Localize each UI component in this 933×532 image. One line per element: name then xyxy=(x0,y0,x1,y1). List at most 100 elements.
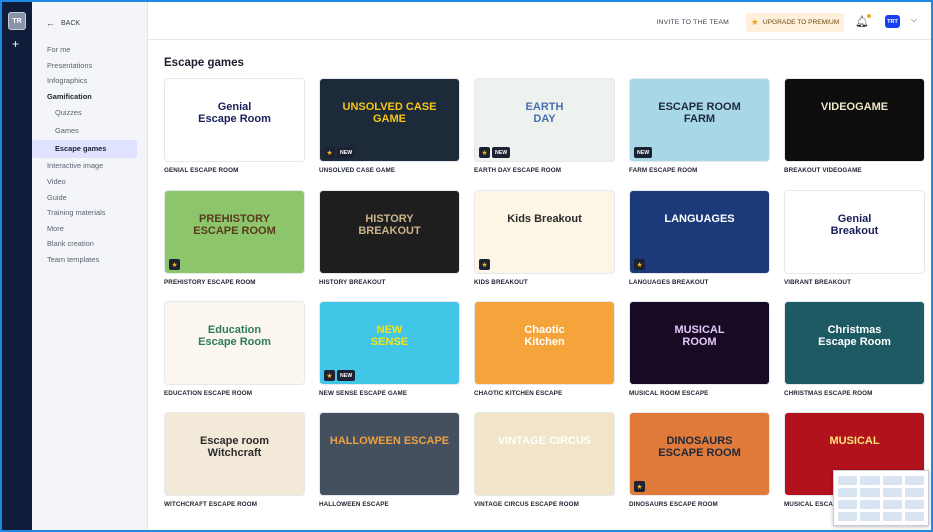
template-title[interactable]: VIBRANT BREAKOUT xyxy=(784,279,925,286)
template-title[interactable]: VINTAGE CIRCUS ESCAPE ROOM xyxy=(474,501,615,508)
template-title[interactable]: WITCHCRAFT ESCAPE ROOM xyxy=(164,501,305,508)
template-thumbnail[interactable]: DINOSAURS ESCAPE ROOM ★ xyxy=(629,412,770,496)
template-thumbnail[interactable]: Chaotic Kitchen xyxy=(474,301,615,385)
preview-thumbnail[interactable] xyxy=(833,470,929,526)
sidebar-item-quizzes[interactable]: Quizzes xyxy=(32,104,148,122)
template-title[interactable]: FARM ESCAPE ROOM xyxy=(629,167,770,174)
template-title[interactable]: EDUCATION ESCAPE ROOM xyxy=(164,390,305,397)
template-title[interactable]: CHRISTMAS ESCAPE ROOM xyxy=(784,390,925,397)
template-title[interactable]: LANGUAGES BREAKOUT xyxy=(629,279,770,286)
badge-group: ★ NEW xyxy=(324,147,356,158)
template-thumbnail[interactable]: LANGUAGES ★ xyxy=(629,190,770,274)
template-thumbnail[interactable]: ESCAPE ROOM FARM NEW xyxy=(629,78,770,162)
template-thumbnail[interactable]: Genial Breakout xyxy=(784,190,925,274)
template-thumbnail[interactable]: VINTAGE CIRCUS xyxy=(474,412,615,496)
back-button[interactable]: ← BACK xyxy=(46,18,80,28)
template-thumbnail[interactable]: HALLOWEEN ESCAPE xyxy=(319,412,460,496)
template-card[interactable]: NEW SENSE ★ NEW NEW SENSE ESCAPE GAME xyxy=(319,301,460,397)
sidebar-item-team-templates[interactable]: Team templates xyxy=(32,252,148,268)
template-card[interactable]: Escape room Witchcraft WITCHCRAFT ESCAPE … xyxy=(164,412,305,508)
template-card[interactable]: EARTH DAY ★ NEW EARTH DAY ESCAPE ROOM xyxy=(474,78,615,174)
template-title[interactable]: CHAOTIC KITCHEN ESCAPE xyxy=(474,390,615,397)
template-card[interactable]: DINOSAURS ESCAPE ROOM ★ DINOSAURS ESCAPE R… xyxy=(629,412,770,508)
template-card[interactable]: Education Escape Room EDUCATION ESCAPE RO… xyxy=(164,301,305,397)
template-card[interactable]: LANGUAGES ★ LANGUAGES BREAKOUT xyxy=(629,190,770,286)
sidebar-item-games[interactable]: Games xyxy=(32,122,148,140)
template-thumbnail[interactable]: UNSOLVED CASE GAME ★ NEW xyxy=(319,78,460,162)
team-avatar[interactable]: TR xyxy=(8,12,26,30)
sidebar-item-blank-creation[interactable]: Blank creation xyxy=(32,236,148,252)
template-title[interactable]: HISTORY BREAKOUT xyxy=(319,279,460,286)
template-card[interactable]: MUSICAL ROOM MUSICAL ROOM ESCAPE xyxy=(629,301,770,397)
sidebar-item-guide[interactable]: Guide xyxy=(32,190,148,206)
upgrade-button[interactable]: ★ UPGRADE TO PREMIUM xyxy=(746,13,844,32)
sidebar-item-gamification[interactable]: Gamification xyxy=(32,89,148,105)
thumbnail-text: VIDEOGAME xyxy=(820,101,889,113)
thumbnail-text: UNSOLVED CASE GAME xyxy=(342,101,437,125)
sidebar-item-interactive-image[interactable]: Interactive image xyxy=(32,158,148,174)
template-title[interactable]: UNSOLVED CASE GAME xyxy=(319,167,460,174)
thumbnail-text: PREHISTORY ESCAPE ROOM xyxy=(193,213,276,237)
upgrade-label: UPGRADE TO PREMIUM xyxy=(762,19,840,26)
left-rail: TR + xyxy=(2,2,32,530)
template-card[interactable]: Chaotic Kitchen CHAOTIC KITCHEN ESCAPE xyxy=(474,301,615,397)
template-thumbnail[interactable]: PREHISTORY ESCAPE ROOM ★ xyxy=(164,190,305,274)
template-thumbnail[interactable]: Escape room Witchcraft xyxy=(164,412,305,496)
new-badge: NEW xyxy=(337,147,356,158)
new-badge: NEW xyxy=(492,147,511,158)
chevron-down-icon[interactable]: ⌵ xyxy=(911,15,917,25)
sidebar-item-presentations[interactable]: Presentations xyxy=(32,58,148,74)
template-title[interactable]: EARTH DAY ESCAPE ROOM xyxy=(474,167,615,174)
template-thumbnail[interactable]: Christmas Escape Room xyxy=(784,301,925,385)
template-card[interactable]: HALLOWEEN ESCAPE HALLOWEEN ESCAPE xyxy=(319,412,460,508)
app-window: TR + ← BACK For me Presentations Infograph… xyxy=(0,0,933,532)
template-thumbnail[interactable]: HISTORY BREAKOUT xyxy=(319,190,460,274)
sidebar-item-infographics[interactable]: Infographics xyxy=(32,73,148,89)
template-title[interactable]: NEW SENSE ESCAPE GAME xyxy=(319,390,460,397)
template-thumbnail[interactable]: NEW SENSE ★ NEW xyxy=(319,301,460,385)
thumbnail-text: Chaotic Kitchen xyxy=(524,324,565,348)
sidebar-item-video[interactable]: Video xyxy=(32,174,148,190)
template-thumbnail[interactable]: Kids Breakout ★ xyxy=(474,190,615,274)
template-thumbnail[interactable]: Education Escape Room xyxy=(164,301,305,385)
badge-group: ★ xyxy=(479,259,490,270)
template-card[interactable]: VIDEOGAME BREAKOUT VIDEOGAME xyxy=(784,78,925,174)
template-card[interactable]: ESCAPE ROOM FARM NEW FARM ESCAPE ROOM xyxy=(629,78,770,174)
invite-team-link[interactable]: INVITE TO THE TEAM xyxy=(656,19,729,26)
template-thumbnail[interactable]: Genial Escape Room xyxy=(164,78,305,162)
template-card[interactable]: Kids Breakout ★ KIDS BREAKOUT xyxy=(474,190,615,286)
badge-group: ★ NEW xyxy=(479,147,511,158)
thumbnail-text: ESCAPE ROOM FARM xyxy=(658,101,741,125)
template-title[interactable]: DINOSAURS ESCAPE ROOM xyxy=(629,501,770,508)
badge-group: ★ NEW xyxy=(324,370,356,381)
template-card[interactable]: VINTAGE CIRCUS VINTAGE CIRCUS ESCAPE ROOM xyxy=(474,412,615,508)
template-thumbnail[interactable]: VIDEOGAME xyxy=(784,78,925,162)
template-title[interactable]: GENIAL ESCAPE ROOM xyxy=(164,167,305,174)
badge-group: ★ xyxy=(169,259,180,270)
sidebar-item-training-materials[interactable]: Training materials xyxy=(32,205,148,221)
template-card[interactable]: Christmas Escape Room CHRISTMAS ESCAPE RO… xyxy=(784,301,925,397)
notification-dot xyxy=(867,14,871,18)
sidebar-item-escape-games[interactable]: Escape games xyxy=(32,140,137,159)
sidebar-item-more[interactable]: More xyxy=(32,221,148,237)
star-icon: ★ xyxy=(750,17,759,27)
thumbnail-text: Genial Escape Room xyxy=(198,101,271,125)
template-title[interactable]: KIDS BREAKOUT xyxy=(474,279,615,286)
template-card[interactable]: PREHISTORY ESCAPE ROOM ★ PREHISTORY ESCAPE… xyxy=(164,190,305,286)
thumbnail-text: NEW SENSE xyxy=(370,324,409,348)
template-title[interactable]: BREAKOUT VIDEOGAME xyxy=(784,167,925,174)
template-thumbnail[interactable]: EARTH DAY ★ NEW xyxy=(474,78,615,162)
template-card[interactable]: HISTORY BREAKOUT HISTORY BREAKOUT xyxy=(319,190,460,286)
template-title[interactable]: PREHISTORY ESCAPE ROOM xyxy=(164,279,305,286)
template-title[interactable]: MUSICAL ROOM ESCAPE xyxy=(629,390,770,397)
user-avatar[interactable]: TRT xyxy=(885,15,900,28)
premium-star-icon: ★ xyxy=(479,147,490,158)
template-thumbnail[interactable]: MUSICAL ROOM xyxy=(629,301,770,385)
add-team-icon[interactable]: + xyxy=(12,38,19,50)
sidebar-item-for-me[interactable]: For me xyxy=(32,42,148,58)
template-title[interactable]: HALLOWEEN ESCAPE xyxy=(319,501,460,508)
template-card[interactable]: Genial Escape Room GENIAL ESCAPE ROOM xyxy=(164,78,305,174)
template-card[interactable]: Genial Breakout VIBRANT BREAKOUT xyxy=(784,190,925,286)
template-card[interactable]: UNSOLVED CASE GAME ★ NEW UNSOLVED CASE GAME xyxy=(319,78,460,174)
thumbnail-text: Escape room Witchcraft xyxy=(199,435,270,459)
